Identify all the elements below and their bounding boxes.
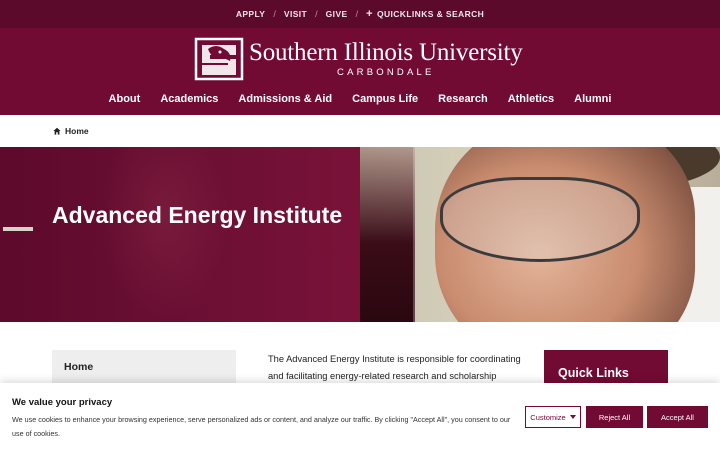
quicklinks-search-link[interactable]: + QUICKLINKS & SEARCH [358,8,492,20]
safety-goggles-image [440,177,640,262]
main-nav: About Academics Admissions & Aid Campus … [0,93,720,105]
side-nav-home[interactable]: Home [52,350,236,384]
hero-accent-bar [3,227,33,231]
nav-admissions-aid[interactable]: Admissions & Aid [238,93,332,105]
breadcrumb-home-link[interactable]: Home [65,126,89,136]
flask-image [100,147,230,322]
logo-wordmark: Southern Illinois University CARBONDALE [249,39,523,79]
reject-all-button[interactable]: Reject All [586,406,643,428]
cookie-banner: We value your privacy We use cookies to … [0,383,720,450]
university-logo[interactable]: Southern Illinois University CARBONDALE [194,37,523,81]
cookie-title: We value your privacy [12,397,113,408]
plus-icon: + [366,8,373,20]
quick-links-title: Quick Links [558,366,629,380]
saluki-logo-icon [194,37,244,81]
page-title: Advanced Energy Institute [52,202,343,228]
nav-academics[interactable]: Academics [160,93,218,105]
nav-about[interactable]: About [109,93,141,105]
customize-label: Customize [530,412,566,422]
cookie-text: We use cookies to enhance your browsing … [12,415,511,438]
home-icon [53,127,61,135]
apply-link[interactable]: APPLY [228,9,274,19]
site-header: Southern Illinois University CARBONDALE … [0,28,720,115]
hero-banner: Advanced Energy Institute [0,147,720,322]
visit-link[interactable]: VISIT [276,9,315,19]
nav-campus-life[interactable]: Campus Life [352,93,418,105]
breadcrumb: Home [0,115,720,147]
nav-alumni[interactable]: Alumni [574,93,611,105]
quicklinks-search-label: QUICKLINKS & SEARCH [376,9,485,19]
beaker-image [360,147,415,322]
caret-down-icon [569,415,576,419]
give-link[interactable]: GIVE [318,9,356,19]
accept-all-button[interactable]: Accept All [647,406,708,428]
nav-athletics[interactable]: Athletics [508,93,554,105]
hero-photo [360,147,720,322]
logo-name: Southern Illinois University [249,39,523,66]
customize-button[interactable]: Customize [525,406,581,428]
side-nav-home-label: Home [64,361,94,373]
nav-research[interactable]: Research [438,93,488,105]
utility-bar: APPLY / VISIT / GIVE / + QUICKLINKS & SE… [0,0,720,28]
logo-sub: CARBONDALE [337,67,435,78]
hero-overlay [0,147,360,322]
